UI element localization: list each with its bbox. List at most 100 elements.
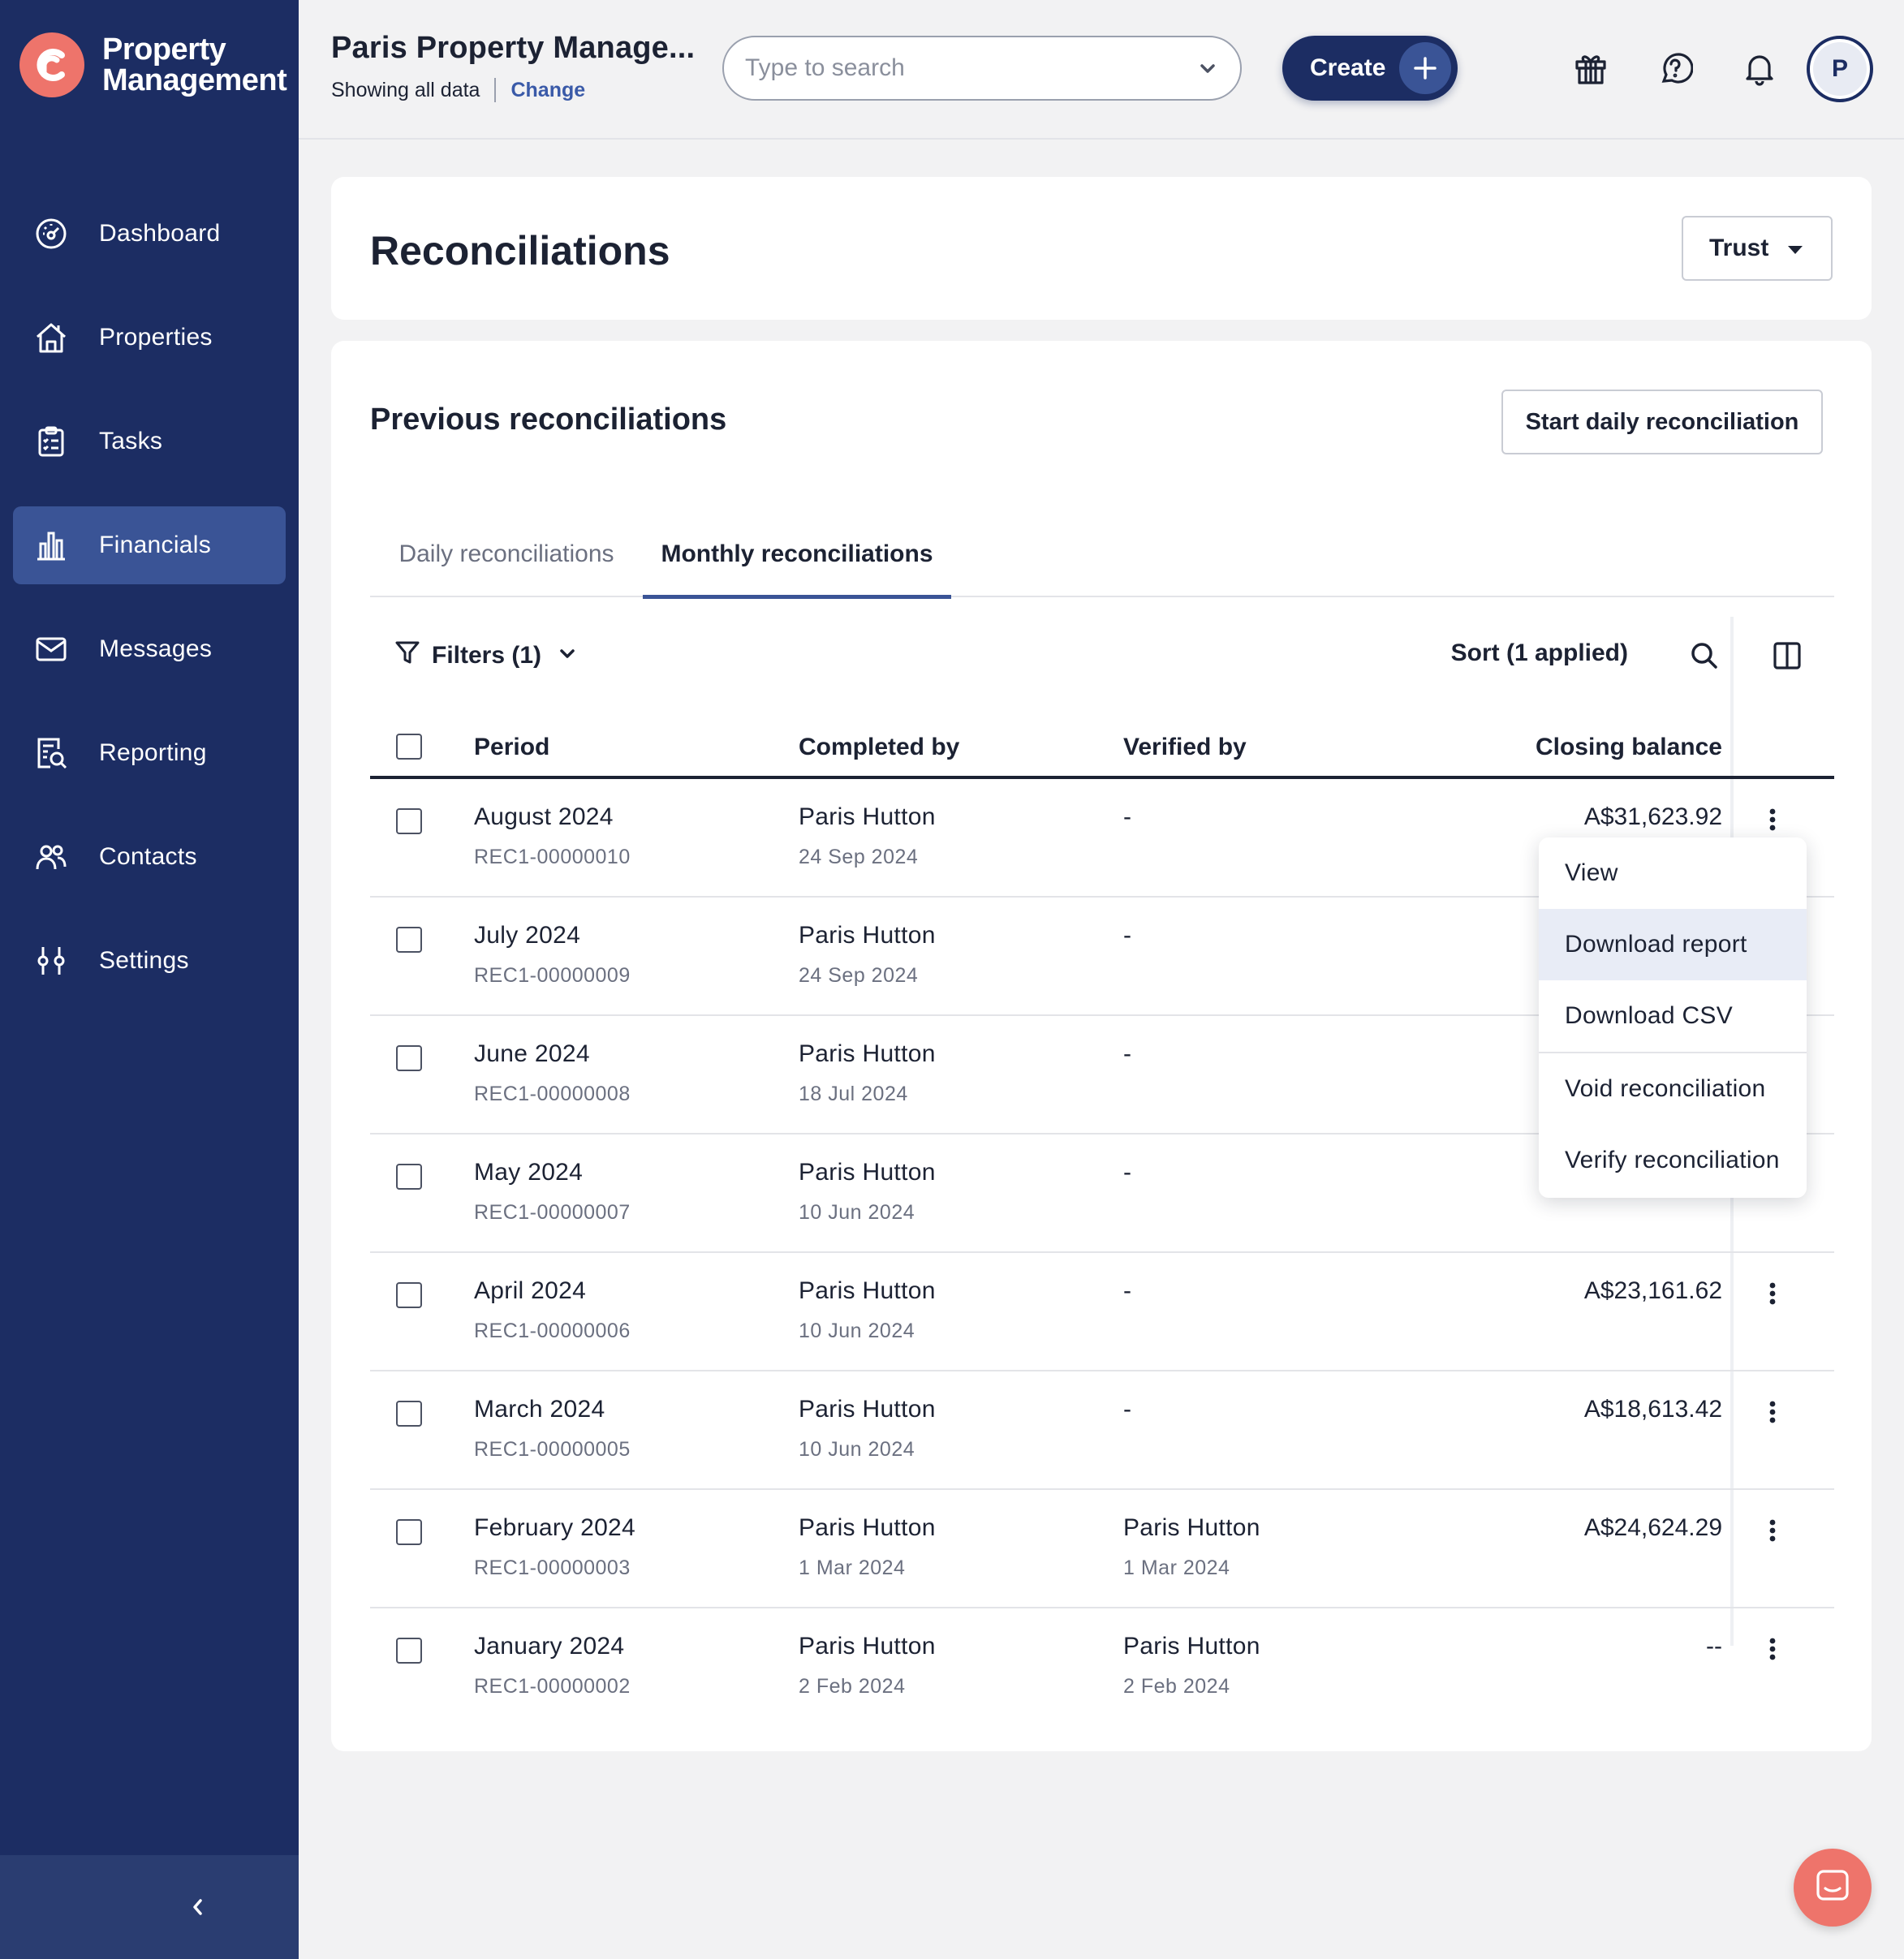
sidebar-item-messages[interactable]: Messages	[13, 610, 286, 688]
sidebar-item-label: Financials	[99, 532, 212, 558]
users-icon	[32, 838, 70, 876]
sidebar-item-label: Dashboard	[99, 220, 221, 247]
verified-by: -	[1123, 803, 1132, 830]
sidebar-item-financials[interactable]: Financials	[13, 506, 286, 584]
chevron-down-icon	[558, 642, 577, 670]
completed-by: Paris Hutton	[799, 803, 936, 830]
period: August 2024	[474, 803, 614, 830]
more-actions-icon[interactable]	[1756, 803, 1789, 836]
table-row[interactable]: April 2024 REC1-00000006 Paris Hutton 10 Ju…	[370, 1253, 1834, 1371]
more-actions-icon[interactable]	[1756, 1633, 1789, 1665]
trust-label: Trust	[1709, 235, 1769, 261]
verified-by: Paris Hutton	[1123, 1633, 1260, 1660]
sidebar-item-label: Properties	[99, 324, 213, 351]
verified-date: 1 Mar 2024	[1123, 1556, 1230, 1579]
period: March 2024	[474, 1396, 605, 1423]
menu-item-void-reconciliation[interactable]: Void reconciliation	[1539, 1053, 1807, 1125]
page-header-card: Reconciliations Trust	[331, 177, 1872, 320]
search-input[interactable]: Type to search	[722, 36, 1242, 101]
more-actions-icon[interactable]	[1756, 1514, 1789, 1547]
row-checkbox[interactable]	[396, 1164, 422, 1190]
tab-monthly-reconciliations[interactable]: Monthly reconciliations	[643, 511, 951, 599]
filters-label: Filters (1)	[432, 642, 542, 669]
sidebar-nav: Dashboard Properties Tasks Financials Me…	[13, 195, 286, 1026]
columns-icon[interactable]	[1768, 636, 1807, 675]
reference: REC1-00000010	[474, 846, 631, 868]
row-checkbox[interactable]	[396, 1045, 422, 1071]
showing-data-label: Showing all data	[331, 78, 480, 101]
financials-icon	[32, 527, 70, 564]
table-header: Period Completed by Verified by Closing …	[370, 698, 1834, 779]
trust-dropdown[interactable]: Trust	[1682, 216, 1833, 281]
envelope-icon	[32, 631, 70, 668]
sidebar-item-contacts[interactable]: Contacts	[13, 818, 286, 896]
create-label: Create	[1310, 54, 1386, 81]
reference: REC1-00000009	[474, 964, 631, 987]
row-checkbox[interactable]	[396, 927, 422, 953]
verified-by: -	[1123, 1396, 1132, 1423]
menu-item-download-report[interactable]: Download report	[1539, 909, 1807, 980]
column-header-verified-by[interactable]: Verified by	[1123, 734, 1247, 761]
verified-by: -	[1123, 922, 1132, 949]
completed-by: Paris Hutton	[799, 1277, 936, 1304]
row-checkbox[interactable]	[396, 1282, 422, 1308]
menu-item-view[interactable]: View	[1539, 837, 1807, 909]
sidebar-item-label: Settings	[99, 947, 189, 974]
tab-daily-reconciliations[interactable]: Daily reconciliations	[370, 511, 643, 597]
search-icon[interactable]	[1685, 636, 1724, 675]
plus-icon	[1399, 42, 1451, 94]
help-icon[interactable]	[1652, 45, 1698, 91]
menu-item-verify-reconciliation[interactable]: Verify reconciliation	[1539, 1125, 1807, 1196]
more-actions-icon[interactable]	[1756, 1396, 1789, 1428]
reference: REC1-00000003	[474, 1556, 631, 1579]
avatar[interactable]: P	[1807, 36, 1873, 102]
brand[interactable]: Property Management	[19, 32, 287, 97]
bell-icon[interactable]	[1737, 45, 1782, 91]
more-actions-icon[interactable]	[1756, 1277, 1789, 1310]
sort-button[interactable]: Sort (1 applied)	[1451, 639, 1628, 667]
table-row[interactable]: March 2024 REC1-00000005 Paris Hutton 10 Ju…	[370, 1371, 1834, 1490]
row-checkbox[interactable]	[396, 808, 422, 834]
gift-icon[interactable]	[1568, 45, 1613, 91]
select-all-checkbox[interactable]	[396, 734, 422, 760]
table-row[interactable]: January 2024 REC1-00000002 Paris Hutton 2 F…	[370, 1608, 1834, 1727]
column-header-period[interactable]: Period	[474, 734, 549, 761]
sidebar: Property Management Dashboard Properties	[0, 0, 299, 1959]
completed-by: Paris Hutton	[799, 1396, 936, 1423]
row-checkbox[interactable]	[396, 1401, 422, 1427]
dashboard-icon	[32, 215, 70, 252]
closing-balance: A$23,161.62	[1583, 1277, 1722, 1304]
period: May 2024	[474, 1159, 584, 1186]
collapse-sidebar-button[interactable]	[0, 1855, 299, 1959]
verified-by: -	[1123, 1159, 1132, 1186]
period: July 2024	[474, 922, 581, 949]
create-button[interactable]: Create	[1282, 36, 1458, 101]
chat-icon	[1814, 1867, 1851, 1909]
completed-by: Paris Hutton	[799, 922, 936, 949]
completed-by: Paris Hutton	[799, 1040, 936, 1067]
sidebar-item-reporting[interactable]: Reporting	[13, 714, 286, 792]
row-checkbox[interactable]	[396, 1638, 422, 1664]
org-title[interactable]: Paris Property Manage...	[331, 31, 695, 66]
change-link[interactable]: Change	[510, 79, 585, 102]
sidebar-item-tasks[interactable]: Tasks	[13, 403, 286, 480]
sidebar-item-settings[interactable]: Settings	[13, 922, 286, 1000]
row-checkbox[interactable]	[396, 1519, 422, 1545]
sidebar-item-label: Messages	[99, 635, 213, 662]
column-header-closing-balance[interactable]: Closing balance	[1536, 734, 1722, 761]
completed-date: 1 Mar 2024	[799, 1556, 906, 1579]
sidebar-item-properties[interactable]: Properties	[13, 299, 286, 377]
chat-button[interactable]	[1794, 1849, 1872, 1927]
table-row[interactable]: February 2024 REC1-00000003 Paris Hutton 1 …	[370, 1490, 1834, 1608]
menu-item-download-csv[interactable]: Download CSV	[1539, 980, 1807, 1052]
chevron-down-icon[interactable]	[1175, 58, 1240, 79]
start-daily-reconciliation-button[interactable]: Start daily reconciliation	[1501, 390, 1823, 454]
sidebar-item-label: Contacts	[99, 843, 197, 870]
search-placeholder: Type to search	[745, 54, 905, 81]
row-actions-menu: View Download report Download CSV Void r…	[1539, 837, 1807, 1198]
brand-name-line2: Management	[102, 63, 287, 97]
filters-button[interactable]: Filters (1)	[394, 639, 577, 672]
sidebar-item-dashboard[interactable]: Dashboard	[13, 195, 286, 273]
column-header-completed-by[interactable]: Completed by	[799, 734, 959, 761]
page-title: Reconciliations	[370, 228, 670, 273]
